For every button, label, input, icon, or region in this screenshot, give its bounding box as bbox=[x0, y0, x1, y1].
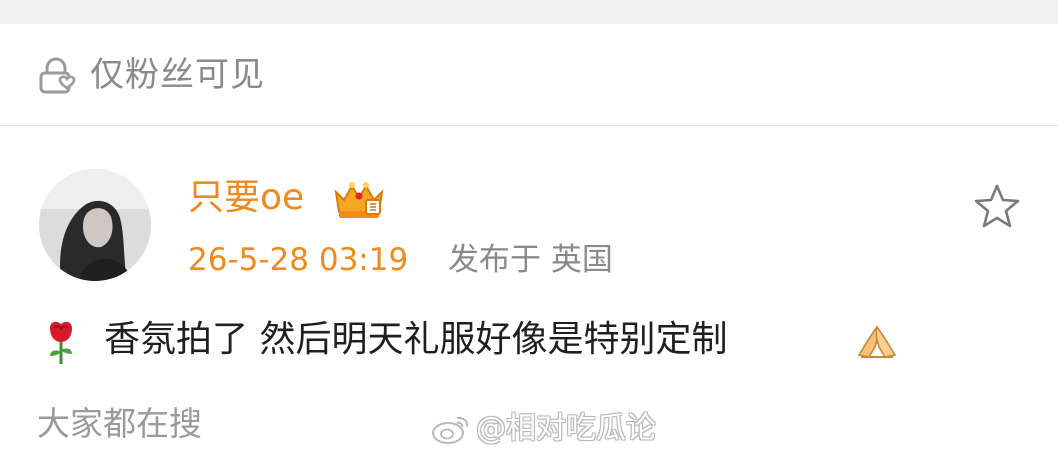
visibility-label: 仅粉丝可见 bbox=[90, 55, 265, 95]
vip-crown-badge-icon[interactable] bbox=[330, 178, 388, 222]
pray-hands-icon bbox=[857, 325, 897, 358]
avatar-photo bbox=[39, 169, 151, 281]
avatar[interactable] bbox=[39, 169, 151, 281]
weibo-logo-icon bbox=[432, 416, 469, 444]
post-card: 只要oe 26-5-28 03:19 发布于 英国 香氛拍了 然后明天礼服好像是… bbox=[0, 127, 1058, 455]
visibility-bar: 仅粉丝可见 bbox=[0, 24, 1058, 126]
post-location: 发布于 英国 bbox=[448, 242, 613, 278]
author-name[interactable]: 只要oe bbox=[188, 176, 304, 220]
rose-icon bbox=[50, 321, 72, 364]
star-outline-icon[interactable] bbox=[972, 182, 1022, 230]
watermark: @相对吃瓜论 bbox=[430, 409, 656, 449]
watermark-text: @相对吃瓜论 bbox=[476, 411, 656, 446]
post-content: 香氛拍了 然后明天礼服好像是特别定制 bbox=[104, 319, 728, 360]
post-timestamp: 26-5-28 03:19 bbox=[188, 242, 409, 278]
lock-heart-icon bbox=[39, 57, 76, 94]
top-gap bbox=[0, 0, 1058, 24]
trending-label[interactable]: 大家都在搜 bbox=[37, 404, 202, 444]
